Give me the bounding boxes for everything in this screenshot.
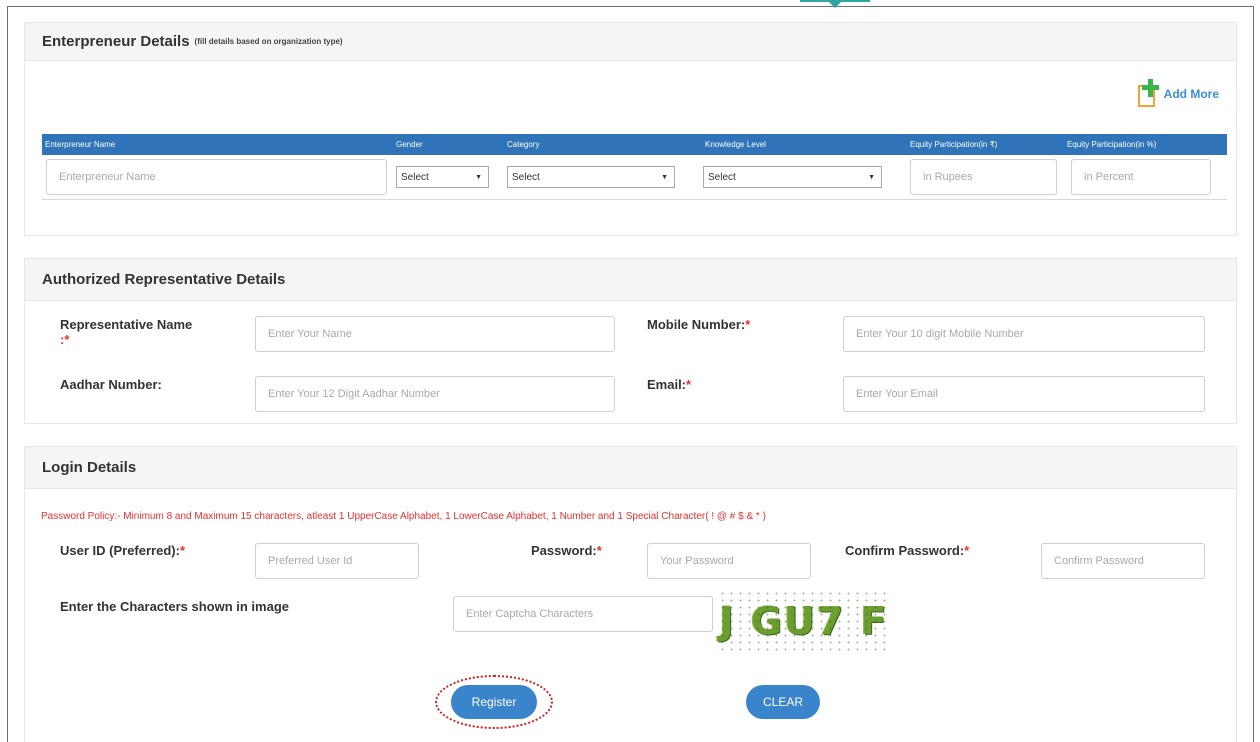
dropdown-arrow-icon: ▼	[661, 173, 668, 181]
column-header: Knowledge Level	[705, 140, 766, 149]
entrepreneur-subtitle: (fill details based on organization type…	[194, 37, 343, 46]
required-marker: :*	[60, 332, 70, 347]
confirm-password-input[interactable]: Confirm Password	[1041, 543, 1205, 579]
mobile-label-text: Mobile Number:	[647, 317, 746, 332]
password-label: Password:*	[531, 543, 602, 558]
table-header: Enterpreneur Name Gender Category Knowle…	[42, 134, 1227, 155]
category-select[interactable]: Select ▼	[507, 166, 675, 188]
highlight-circle	[435, 675, 553, 729]
entrepreneur-panel: Enterpreneur Details (fill details based…	[24, 22, 1237, 236]
authorized-panel: Authorized Representative Details Repres…	[24, 258, 1237, 424]
password-label-text: Password:	[531, 543, 597, 558]
captcha-label: Enter the Characters shown in image	[60, 599, 290, 614]
password-policy: Password Policy:- Minimum 8 and Maximum …	[41, 511, 766, 522]
login-header: Login Details	[25, 447, 1236, 489]
confirm-label-text: Confirm Password:	[845, 543, 965, 558]
email-input[interactable]: Enter Your Email	[843, 376, 1205, 412]
column-header: Enterpreneur Name	[45, 140, 116, 149]
mobile-input[interactable]: Enter Your 10 digit Mobile Number	[843, 316, 1205, 352]
aadhar-label: Aadhar Number:	[60, 377, 162, 392]
entrepreneur-header: Enterpreneur Details (fill details based…	[25, 23, 1236, 61]
entrepreneur-title: Enterpreneur Details	[42, 33, 190, 50]
rep-name-label: Representative Name :*	[60, 317, 192, 347]
email-label-text: Email:	[647, 377, 687, 392]
mobile-label: Mobile Number:*	[647, 317, 750, 332]
email-label: Email:*	[647, 377, 691, 392]
captcha-input[interactable]: Enter Captcha Characters	[453, 596, 713, 632]
entrepreneur-table: Enterpreneur Name Gender Category Knowle…	[42, 134, 1227, 200]
clear-button[interactable]: CLEAR	[746, 685, 820, 719]
category-select-value: Select	[512, 171, 540, 183]
table-row: Enterpreneur Name Select ▼ Select ▼ Sele…	[42, 155, 1227, 199]
column-header: Category	[507, 140, 540, 149]
required-marker: *	[964, 543, 970, 558]
captcha-image: J GU7 F	[718, 590, 890, 652]
required-marker: *	[596, 543, 602, 558]
gender-select-value: Select	[401, 171, 429, 183]
login-panel: Login Details Password Policy:- Minimum …	[24, 446, 1237, 742]
equity-rupees-input[interactable]: in Rupees	[910, 159, 1057, 195]
authorized-title: Authorized Representative Details	[42, 271, 286, 288]
dropdown-arrow-icon: ▼	[868, 173, 875, 181]
password-input[interactable]: Your Password	[647, 543, 811, 579]
rep-name-text: Representative Name	[60, 317, 193, 332]
rep-name-input[interactable]: Enter Your Name	[255, 316, 615, 352]
authorized-header: Authorized Representative Details	[25, 259, 1236, 301]
userid-label: User ID (Preferred):*	[60, 543, 185, 558]
knowledge-select-value: Select	[708, 171, 736, 183]
add-document-icon	[1136, 79, 1160, 109]
gender-select[interactable]: Select ▼	[396, 166, 489, 188]
confirm-password-label: Confirm Password:*	[845, 543, 969, 558]
add-more-button[interactable]: Add More	[1136, 79, 1219, 109]
aadhar-input[interactable]: Enter Your 12 Digit Aadhar Number	[255, 376, 615, 412]
dropdown-arrow-icon: ▼	[475, 173, 482, 181]
userid-label-text: User ID (Preferred):	[60, 543, 180, 558]
column-header: Equity Participation(in ₹)	[910, 140, 998, 149]
userid-input[interactable]: Preferred User Id	[255, 543, 419, 579]
knowledge-level-select[interactable]: Select ▼	[703, 166, 882, 188]
login-title: Login Details	[42, 459, 137, 476]
required-marker: *	[686, 377, 692, 392]
equity-percent-input[interactable]: in Percent	[1071, 159, 1211, 195]
required-marker: *	[179, 543, 185, 558]
column-header: Gender	[396, 140, 423, 149]
required-marker: *	[745, 317, 751, 332]
enterpreneur-name-input[interactable]: Enterpreneur Name	[46, 159, 387, 195]
column-header: Equity Participation(in %)	[1067, 140, 1157, 149]
top-indicator-arrow	[828, 1, 842, 8]
add-more-label: Add More	[1163, 87, 1219, 101]
